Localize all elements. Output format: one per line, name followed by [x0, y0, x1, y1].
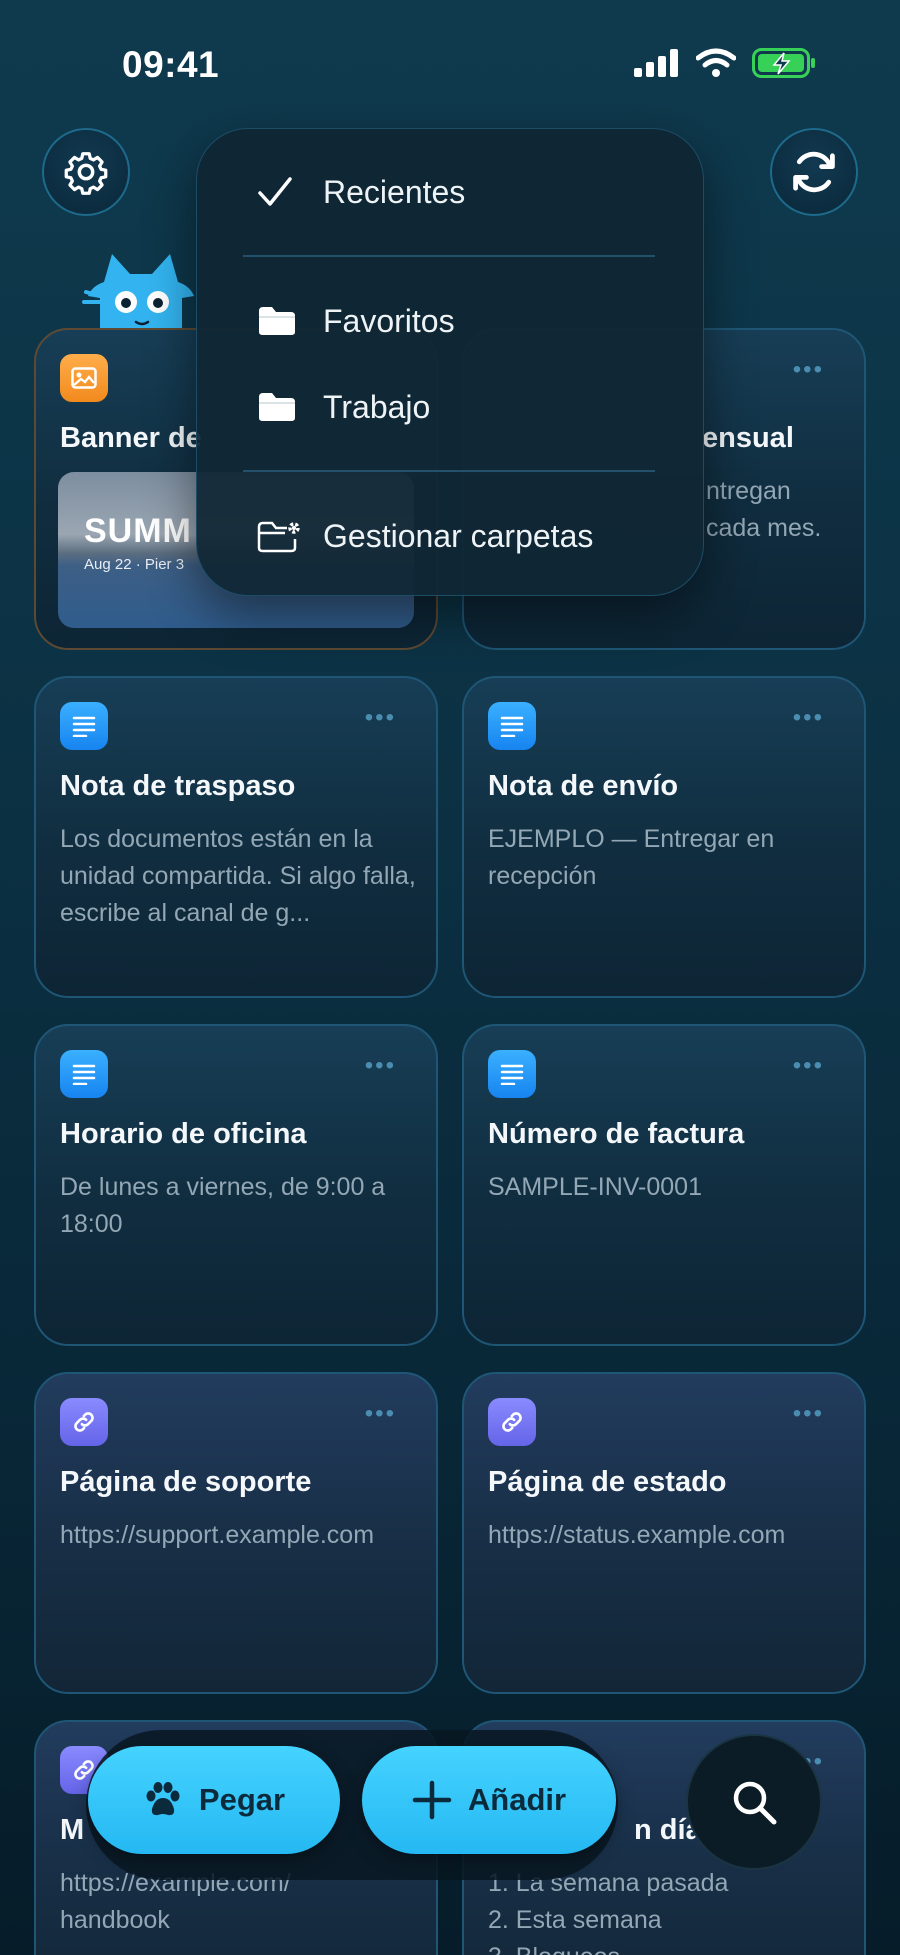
document-type-icon: [488, 702, 536, 750]
card-title: Número de factura: [488, 1118, 745, 1150]
status-bar: 09:41: [0, 0, 900, 130]
banner-thumbnail-meta: Aug 22 · Pier 3: [84, 556, 185, 573]
card-body: SAMPLE-INV-0001: [488, 1173, 702, 1201]
menu-item-label: Recientes: [323, 173, 466, 210]
menu-item-favoritos[interactable]: Favoritos: [257, 291, 455, 351]
more-options-icon[interactable]: •••: [365, 704, 396, 732]
settings-button[interactable]: [42, 128, 130, 216]
menu-item-gestionar-carpetas[interactable]: Gestionar carpetas: [257, 506, 593, 566]
menu-item-recientes[interactable]: Recientes: [257, 162, 465, 222]
paste-button-label: Pegar: [198, 1782, 286, 1817]
card-title: Nota de envío: [488, 770, 679, 802]
document-type-icon: [60, 1050, 108, 1098]
card-title: Página de estado: [488, 1466, 727, 1498]
card-body: Los documentos están en la unidad compar…: [60, 825, 416, 927]
clip-card-invoice-number[interactable]: ••• Número de factura SAMPLE-INV-0001: [462, 1024, 866, 1346]
card-title: M: [60, 1814, 85, 1846]
folder-icon: [259, 307, 295, 335]
card-body: ntregan cada mes.: [706, 477, 822, 542]
signal-icon: [634, 49, 678, 77]
more-options-icon[interactable]: •••: [365, 1400, 396, 1428]
gear-icon: [64, 152, 108, 195]
clip-card-shipping-note[interactable]: ••• Nota de envío EJEMPLO — Entregar en …: [462, 676, 866, 998]
menu-divider: [243, 470, 655, 472]
menu-item-trabajo[interactable]: Trabajo: [257, 377, 430, 437]
menu-item-label: Trabajo: [323, 388, 431, 425]
card-title: Nota de traspaso: [60, 770, 296, 802]
search-icon: [733, 1781, 777, 1825]
menu-item-label: Gestionar carpetas: [323, 517, 594, 554]
card-body: De lunes a viernes, de 9:00 a 18:00: [60, 1173, 386, 1238]
card-title: Banner de: [60, 422, 202, 454]
card-body: https://support.example.com: [60, 1521, 375, 1549]
more-options-icon[interactable]: •••: [793, 704, 824, 732]
card-body: EJEMPLO — Entregar en recepción: [488, 825, 775, 890]
more-options-icon[interactable]: •••: [793, 1052, 824, 1080]
add-button[interactable]: Añadir: [362, 1746, 616, 1854]
battery-charging-icon: [752, 48, 815, 78]
document-type-icon: [60, 702, 108, 750]
more-options-icon[interactable]: •••: [793, 1400, 824, 1428]
paw-icon: [146, 1782, 180, 1816]
card-title: Horario de oficina: [60, 1118, 307, 1150]
add-button-label: Añadir: [467, 1782, 567, 1817]
folder-icon: [259, 393, 295, 421]
folder-filter-menu: Recientes Favoritos Trabajo Gestionar ca…: [196, 128, 704, 596]
card-body: https://status.example.com: [488, 1521, 786, 1549]
card-title: ensual: [702, 422, 794, 454]
more-options-icon[interactable]: •••: [365, 1052, 396, 1080]
menu-item-label: Favoritos: [323, 302, 455, 339]
wifi-icon: [696, 48, 736, 77]
status-time: 09:41: [122, 44, 220, 85]
banner-thumbnail-title: SUMM: [84, 512, 192, 550]
document-type-icon: [488, 1050, 536, 1098]
checkmark-icon: [258, 177, 292, 206]
search-button[interactable]: [686, 1734, 822, 1870]
image-type-icon: [60, 354, 108, 402]
sync-icon: [793, 151, 835, 193]
clip-card-status-page[interactable]: ••• Página de estado https://status.exam…: [462, 1372, 866, 1694]
sync-button[interactable]: [770, 128, 858, 216]
clip-card-support-page[interactable]: ••• Página de soporte https://support.ex…: [34, 1372, 438, 1694]
paste-button[interactable]: Pegar: [88, 1746, 340, 1854]
folder-gear-icon: [257, 521, 300, 553]
clip-card-office-hours[interactable]: ••• Horario de oficina De lunes a vierne…: [34, 1024, 438, 1346]
link-type-icon: [488, 1398, 536, 1446]
clip-card-handover-note[interactable]: ••• Nota de traspaso Los documentos está…: [34, 676, 438, 998]
plus-icon: [412, 1780, 452, 1820]
status-icons: [634, 48, 816, 78]
link-type-icon: [60, 1398, 108, 1446]
more-options-icon[interactable]: •••: [793, 356, 824, 384]
menu-divider: [243, 255, 655, 257]
card-title: Página de soporte: [60, 1466, 312, 1498]
